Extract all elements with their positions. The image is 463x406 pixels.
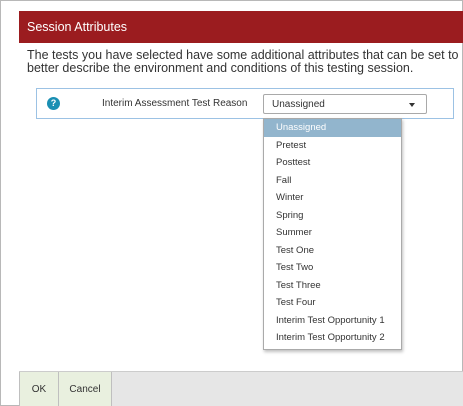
test-reason-select[interactable]: Unassigned [263, 94, 427, 114]
cancel-button[interactable]: Cancel [59, 372, 112, 406]
caret-down-icon [409, 103, 415, 107]
dialog-description: The tests you have selected have some ad… [27, 48, 459, 75]
option-winter[interactable]: Winter [264, 189, 401, 207]
option-summer[interactable]: Summer [264, 224, 401, 242]
option-spring[interactable]: Spring [264, 207, 401, 225]
dialog-footer: OK Cancel [19, 371, 463, 406]
dialog-title: Session Attributes [19, 11, 463, 43]
option-pretest[interactable]: Pretest [264, 137, 401, 155]
option-posttest[interactable]: Posttest [264, 154, 401, 172]
dropdown-list: Unassigned Pretest Posttest Fall Winter … [263, 118, 402, 350]
option-interim-test-opportunity-2[interactable]: Interim Test Opportunity 2 [264, 329, 401, 347]
option-test-four[interactable]: Test Four [264, 294, 401, 312]
option-interim-test-opportunity-1[interactable]: Interim Test Opportunity 1 [264, 312, 401, 330]
question-circle-icon[interactable]: ? [47, 97, 60, 110]
option-unassigned[interactable]: Unassigned [264, 119, 401, 137]
select-value: Unassigned [272, 99, 325, 110]
attribute-row: ? Interim Assessment Test Reason Unassig… [36, 88, 454, 119]
option-test-three[interactable]: Test Three [264, 277, 401, 295]
attribute-label: Interim Assessment Test Reason [102, 98, 248, 109]
option-test-two[interactable]: Test Two [264, 259, 401, 277]
option-test-one[interactable]: Test One [264, 242, 401, 260]
ok-button[interactable]: OK [19, 372, 59, 406]
session-attributes-dialog: Session Attributes The tests you have se… [0, 0, 463, 406]
option-fall[interactable]: Fall [264, 172, 401, 190]
